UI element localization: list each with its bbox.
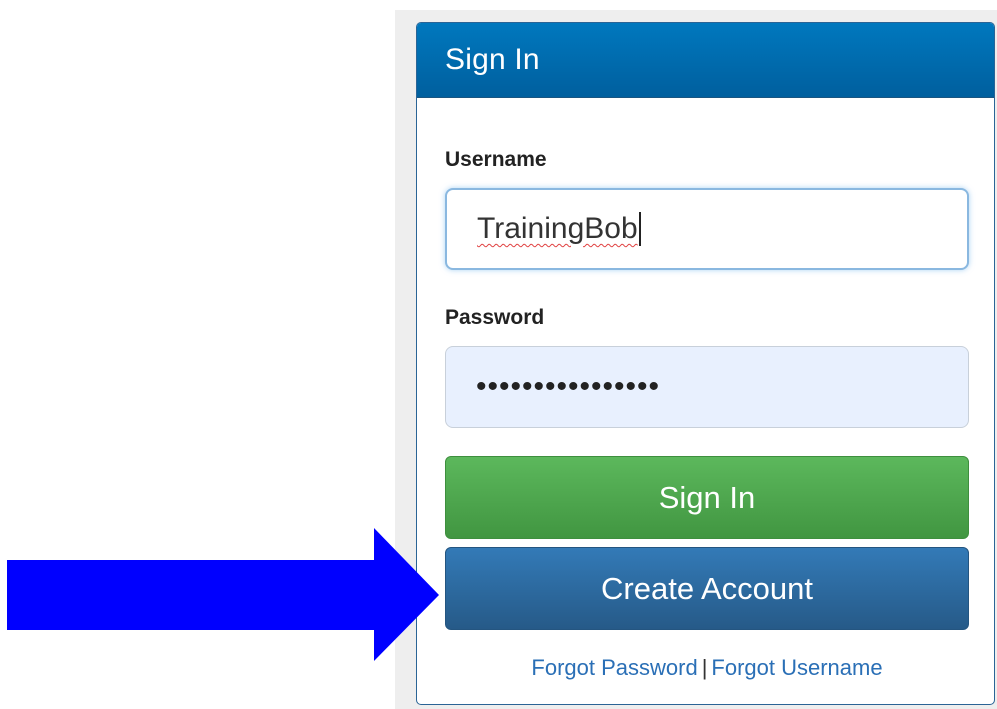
username-value: TrainingBob — [477, 212, 638, 245]
forgot-links: Forgot Password | Forgot Username — [445, 655, 969, 681]
panel-title: Sign In — [445, 43, 540, 76]
username-label: Username — [445, 148, 547, 171]
create-account-button[interactable]: Create Account — [445, 547, 969, 630]
panel-header: Sign In — [417, 23, 994, 98]
password-input[interactable]: •••••••••••••••• — [445, 346, 969, 428]
link-separator: | — [701, 655, 708, 680]
page: Sign In Username TrainingBob Password ••… — [0, 0, 997, 709]
username-input[interactable]: TrainingBob — [445, 188, 969, 270]
forgot-password-link[interactable]: Forgot Password — [531, 655, 697, 680]
text-caret — [638, 212, 641, 246]
sign-in-panel: Sign In Username TrainingBob Password ••… — [416, 22, 995, 705]
forgot-username-link[interactable]: Forgot Username — [711, 655, 882, 680]
arrow-right-icon — [7, 528, 439, 661]
password-masked-value: •••••••••••••••• — [476, 370, 661, 403]
sign-in-button[interactable]: Sign In — [445, 456, 969, 539]
arrow-shape — [7, 528, 439, 661]
password-label: Password — [445, 306, 545, 329]
